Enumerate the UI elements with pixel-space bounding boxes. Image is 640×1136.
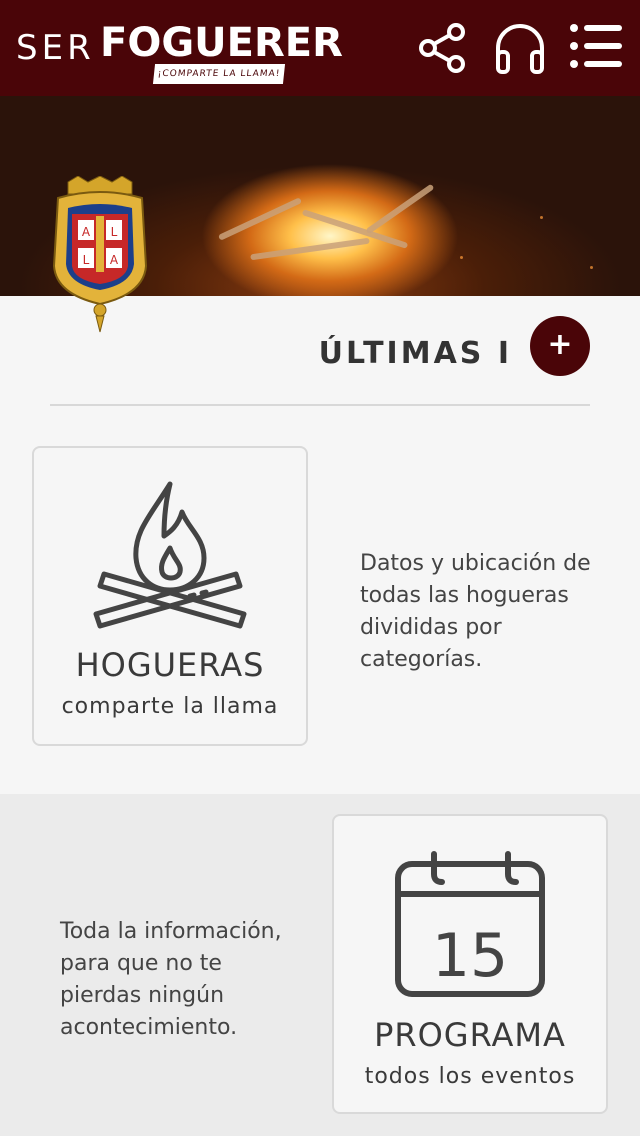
- hogueras-card[interactable]: HOGUERAS comparte la llama: [32, 446, 308, 746]
- svg-text:A: A: [82, 225, 91, 239]
- more-button[interactable]: +: [530, 316, 590, 376]
- programa-title: PROGRAMA: [374, 1016, 566, 1054]
- hogueras-title: HOGUERAS: [75, 646, 265, 684]
- svg-text:L: L: [83, 253, 90, 267]
- latest-news-heading: ÚLTIMAS I: [318, 336, 512, 371]
- headphones-icon[interactable]: [492, 20, 548, 76]
- calendar-icon: 15: [390, 844, 550, 1004]
- svg-text:L: L: [111, 225, 118, 239]
- app-header: SER FOGUERER ¡COMPARTE LA LLAMA!: [0, 0, 640, 96]
- logo-tagline: ¡COMPARTE LA LLAMA!: [152, 64, 286, 84]
- menu-icon[interactable]: [568, 20, 624, 76]
- programa-card[interactable]: 15 PROGRAMA todos los eventos: [332, 814, 608, 1114]
- hogueras-subtitle: comparte la llama: [61, 694, 279, 719]
- logo-prefix: SER: [16, 28, 95, 68]
- svg-text:A: A: [110, 253, 119, 267]
- divider: [50, 404, 590, 406]
- bonfire-icon: [90, 476, 250, 634]
- hogueras-description: Datos y ubicación de todas las hogueras …: [360, 551, 591, 672]
- calendar-day: 15: [432, 921, 508, 991]
- programa-description: Toda la información, para que no te pier…: [60, 919, 282, 1040]
- share-icon[interactable]: [414, 20, 470, 76]
- logo-main: FOGUERER: [100, 20, 343, 66]
- alicante-coat-of-arms: A L L A: [48, 175, 152, 336]
- programa-subtitle: todos los eventos: [364, 1064, 576, 1089]
- ser-foguerer-logo[interactable]: SER FOGUERER ¡COMPARTE LA LLAMA!: [16, 14, 343, 90]
